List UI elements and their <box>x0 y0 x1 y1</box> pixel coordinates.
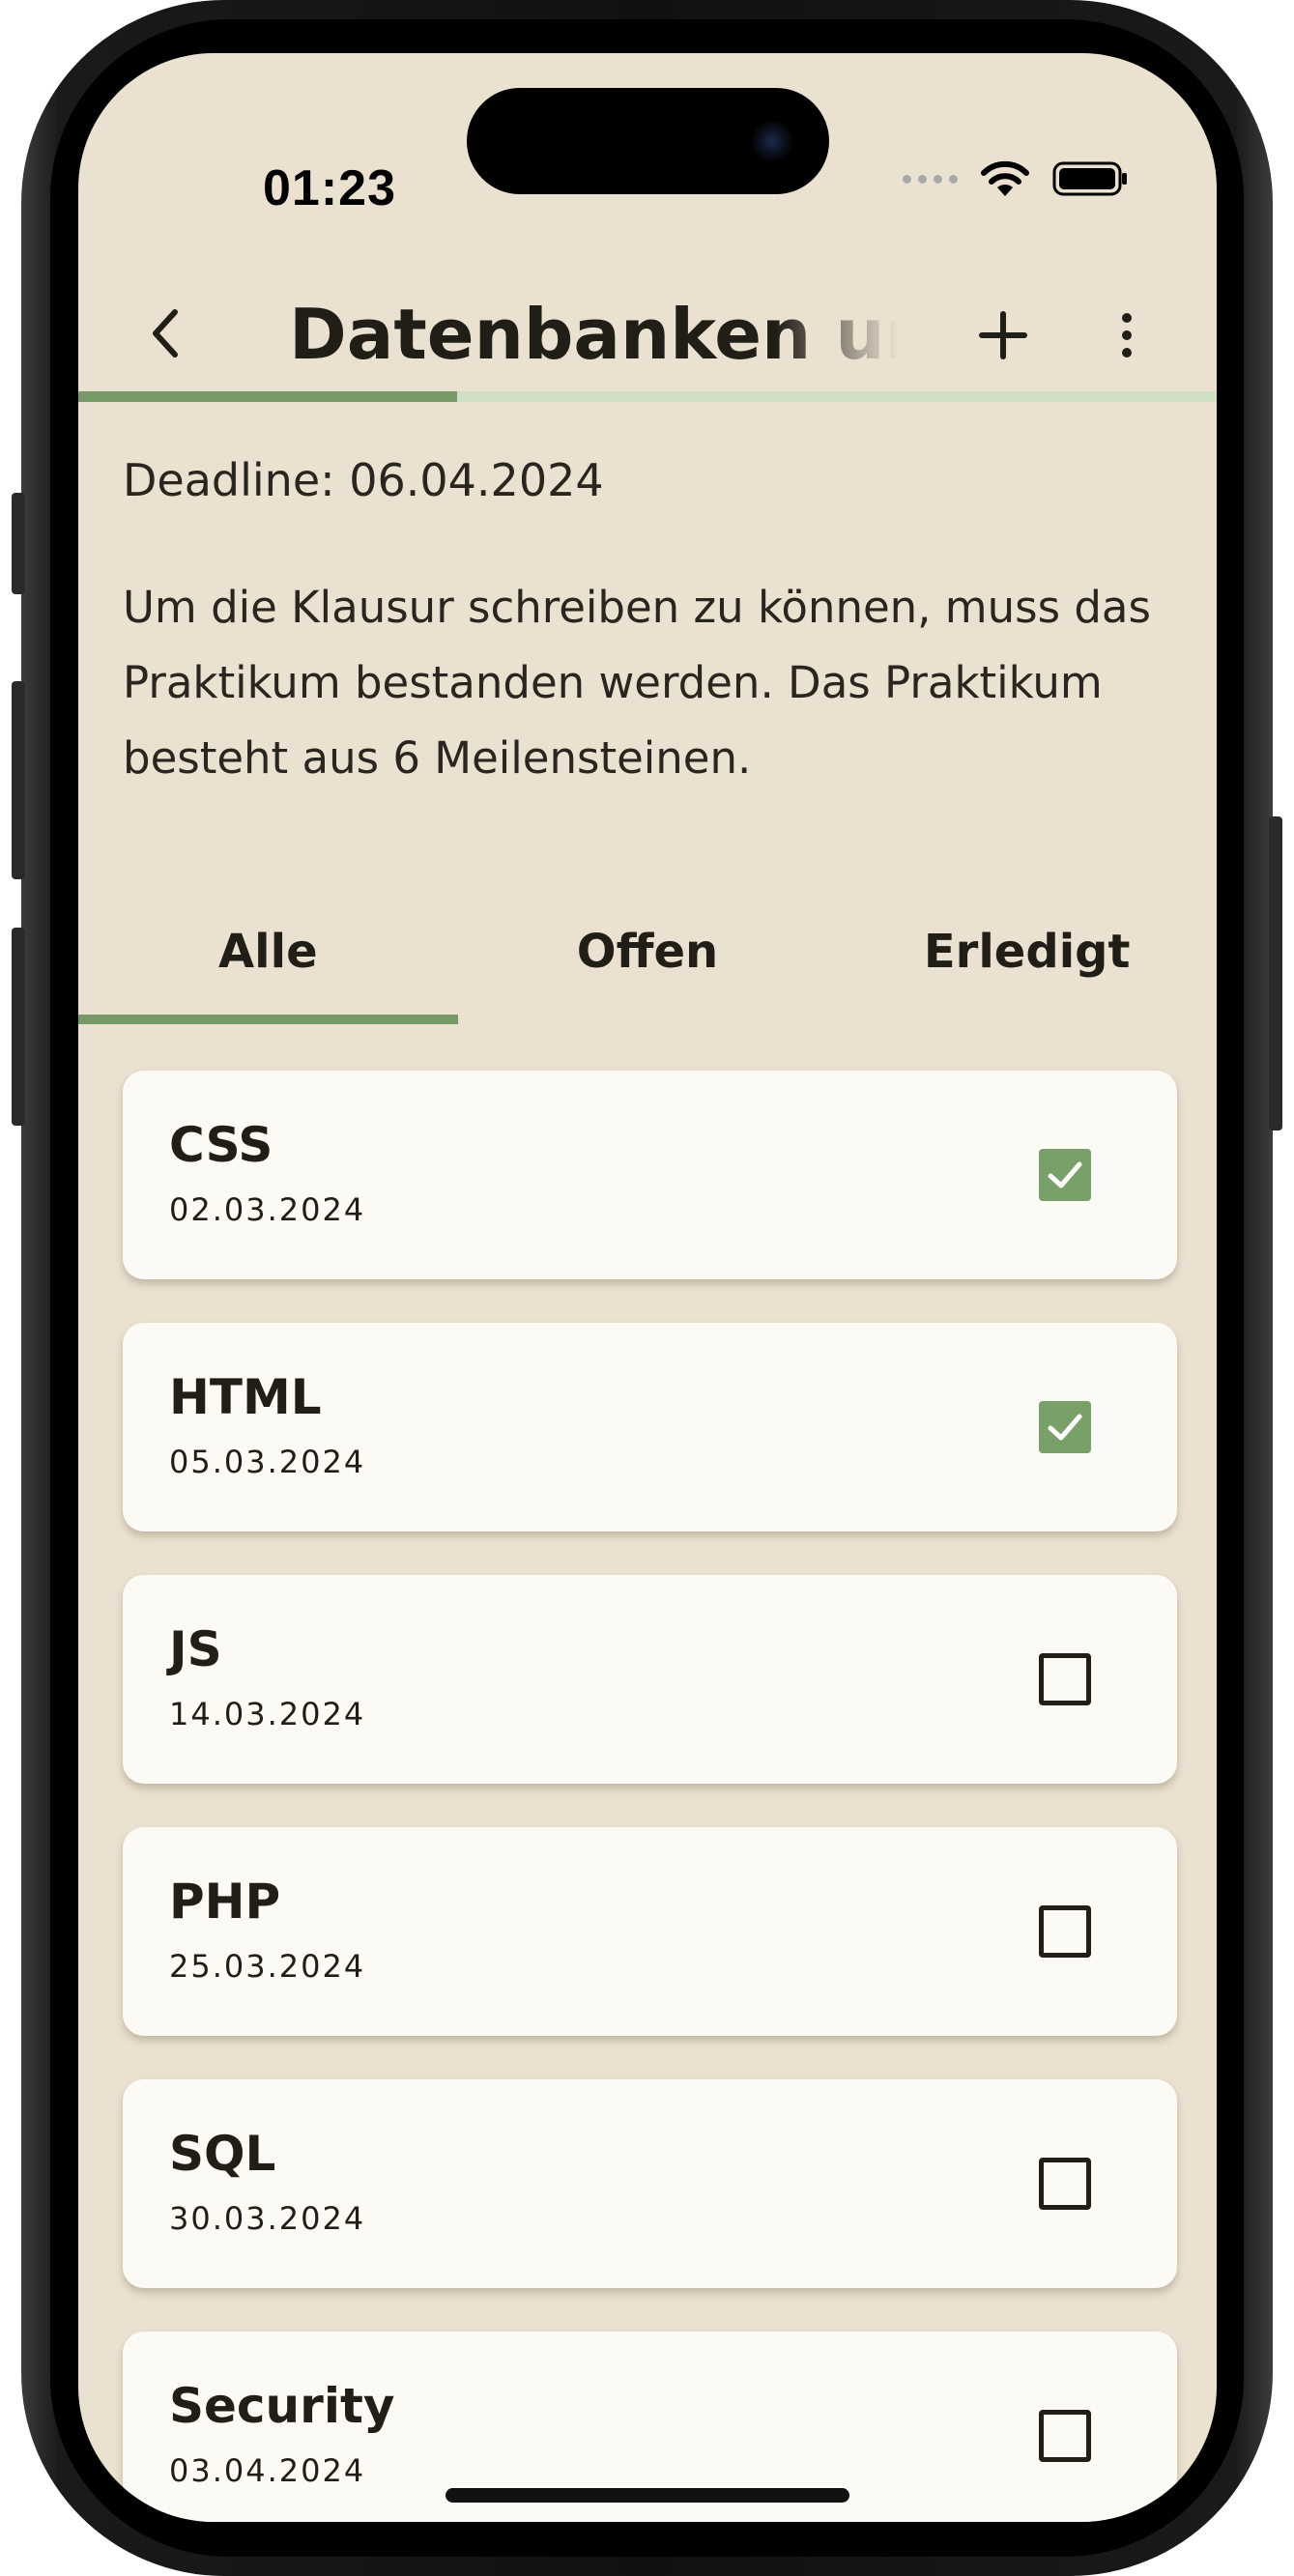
active-tab-indicator <box>78 1015 458 1024</box>
milestone-card[interactable]: PHP 25.03.2024 <box>123 1827 1177 2036</box>
add-milestone-button[interactable] <box>972 304 1034 366</box>
tab-label: Offen <box>576 925 719 979</box>
milestone-title: Security <box>169 2378 395 2434</box>
chevron-left-icon <box>153 309 178 358</box>
volume-up-button <box>12 681 25 879</box>
milestone-title: SQL <box>169 2126 276 2182</box>
front-camera <box>752 121 792 161</box>
deadline-text: Deadline: 06.04.2024 <box>123 454 604 506</box>
milestone-title: PHP <box>169 1874 281 1930</box>
milestone-title: HTML <box>169 1369 322 1425</box>
progress-fill <box>78 391 458 402</box>
milestone-card[interactable]: CSS 02.03.2024 <box>123 1071 1177 1279</box>
app-screen: 01:23 Datenbanken und W <box>78 53 1217 2522</box>
milestone-checkbox[interactable] <box>1039 2158 1091 2210</box>
dynamic-island <box>467 88 829 194</box>
milestone-checkbox[interactable] <box>1039 1149 1091 1201</box>
silent-switch <box>12 493 25 594</box>
course-description: Um die Klausur schreiben zu können, muss… <box>123 582 1151 784</box>
milestone-title: JS <box>169 1621 222 1677</box>
status-indicators <box>903 159 1130 198</box>
more-options-button[interactable] <box>1103 304 1151 366</box>
milestone-date: 30.03.2024 <box>169 2200 366 2237</box>
milestone-date: 14.03.2024 <box>169 1696 366 1732</box>
milestone-list: CSS 02.03.2024 HTML 05.03.2024 JS 14.03.… <box>123 1071 1177 2522</box>
tab-label: Alle <box>218 925 318 979</box>
volume-down-button <box>12 928 25 1126</box>
milestone-card[interactable]: SQL 30.03.2024 <box>123 2079 1177 2288</box>
battery-icon <box>1052 159 1130 198</box>
plus-icon <box>979 311 1027 359</box>
milestone-progress-bar <box>78 391 1217 402</box>
more-vertical-icon <box>1122 313 1132 323</box>
milestone-title: CSS <box>169 1117 273 1173</box>
milestone-checkbox[interactable] <box>1039 1401 1091 1453</box>
milestone-checkbox[interactable] <box>1039 1653 1091 1705</box>
back-button[interactable] <box>136 304 194 362</box>
home-indicator <box>446 2488 849 2503</box>
milestone-checkbox[interactable] <box>1039 2410 1091 2462</box>
milestone-card[interactable]: JS 14.03.2024 <box>123 1575 1177 1784</box>
power-button <box>1269 816 1282 1131</box>
milestone-date: 25.03.2024 <box>169 1948 366 1985</box>
checkmark-icon <box>1048 1414 1082 1441</box>
page-title: Datenbanken und Webtechnologien <box>289 294 898 375</box>
checkmark-icon <box>1048 1161 1082 1188</box>
wifi-icon <box>979 159 1031 198</box>
cellular-signal-icon <box>903 174 958 184</box>
tab-offen[interactable]: Offen <box>458 879 838 1024</box>
milestone-date: 02.03.2024 <box>169 1191 366 1228</box>
tab-erledigt[interactable]: Erledigt <box>837 879 1217 1024</box>
app-header: Datenbanken und Webtechnologien <box>78 266 1217 401</box>
filter-tabs: Alle Offen Erledigt <box>78 879 1217 1024</box>
tab-label: Erledigt <box>923 925 1131 979</box>
milestone-date: 05.03.2024 <box>169 1444 366 1480</box>
status-time: 01:23 <box>263 160 396 216</box>
tab-alle[interactable]: Alle <box>78 879 458 1024</box>
milestone-card[interactable]: HTML 05.03.2024 <box>123 1323 1177 1531</box>
milestone-checkbox[interactable] <box>1039 1905 1091 1958</box>
milestone-date: 03.04.2024 <box>169 2452 366 2489</box>
